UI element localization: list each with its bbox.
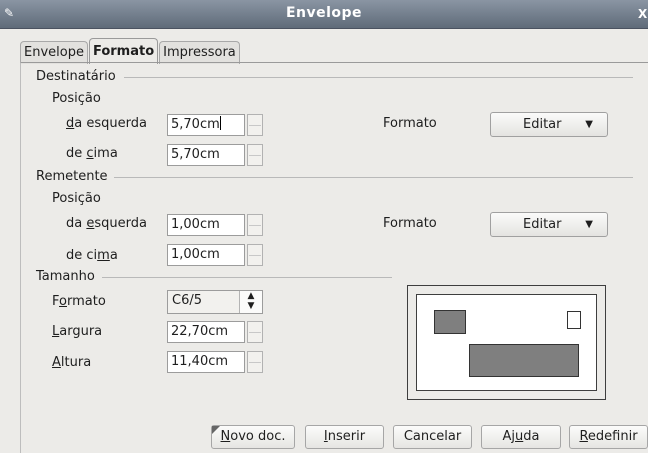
addressee-section-label: Destinatário — [36, 69, 116, 84]
addressee-edit-label: Editar — [523, 117, 562, 132]
new-doc-button[interactable]: Novo doc. — [211, 425, 295, 449]
addressee-edit-button[interactable]: Editar ▼ — [490, 112, 608, 137]
dropdown-arrow-icon: ▼ — [585, 219, 593, 230]
sender-format-label: Formato — [383, 216, 437, 231]
stamp-block — [567, 311, 581, 329]
title-bar: ✎ Envelope X — [0, 0, 648, 29]
width-field[interactable]: 22,70cm — [167, 321, 245, 343]
sender-position-label: Posição — [52, 191, 101, 206]
sender-left-field[interactable]: 1,00cm — [167, 214, 245, 236]
addressee-top-field[interactable]: 5,70cm — [167, 144, 245, 166]
addressee-position-label: Posição — [52, 91, 101, 106]
envelope-preview-paper — [416, 294, 597, 391]
help-button[interactable]: Ajuda — [481, 425, 561, 449]
text-caret — [219, 116, 221, 130]
size-format-value: C6/5 — [172, 293, 202, 308]
size-section-label: Tamanho — [36, 269, 95, 284]
height-field[interactable]: 11,40cm — [167, 351, 245, 373]
addressee-left-spinner[interactable] — [247, 114, 263, 136]
sender-edit-label: Editar — [523, 217, 562, 232]
close-icon[interactable]: X — [638, 6, 648, 22]
sender-top-label: de cima — [66, 248, 118, 263]
addressee-left-label: da esquerda — [66, 116, 147, 131]
size-format-select[interactable]: C6/5 ▲ ▼ — [167, 290, 263, 314]
addressee-separator — [124, 77, 633, 78]
tab-impressora[interactable]: Impressora — [159, 41, 240, 64]
addressee-block — [469, 344, 579, 377]
height-spinner[interactable] — [247, 351, 263, 373]
up-down-arrows-icon: ▲ ▼ — [239, 291, 262, 313]
cancel-button[interactable]: Cancelar — [393, 425, 472, 449]
size-separator — [102, 277, 392, 278]
addressee-top-spinner[interactable] — [247, 144, 263, 166]
sender-block — [434, 310, 466, 334]
height-label: Altura — [52, 355, 92, 370]
width-label: Largura — [52, 324, 103, 339]
addressee-top-label: de cima — [66, 146, 118, 161]
tab-envelope[interactable]: Envelope — [20, 41, 88, 64]
sender-section-label: Remetente — [36, 169, 108, 184]
addressee-format-label: Formato — [383, 116, 437, 131]
sender-separator — [114, 177, 633, 178]
width-spinner[interactable] — [247, 321, 263, 343]
size-format-label: Formato — [52, 294, 106, 309]
sender-edit-button[interactable]: Editar ▼ — [490, 212, 608, 237]
envelope-preview — [407, 285, 606, 400]
sender-top-field[interactable]: 1,00cm — [167, 244, 245, 266]
sender-top-spinner[interactable] — [247, 244, 263, 266]
tab-formato[interactable]: Formato — [88, 38, 159, 64]
insert-button[interactable]: Inserir — [305, 425, 384, 449]
sender-left-spinner[interactable] — [247, 214, 263, 236]
dropdown-arrow-icon: ▼ — [585, 119, 593, 130]
addressee-left-field[interactable]: 5,70cm — [167, 114, 245, 136]
sender-left-label: da esquerda — [66, 216, 147, 231]
reset-button[interactable]: Redefinir — [569, 425, 648, 449]
tab-bar: Envelope Formato Impressora — [20, 38, 241, 64]
window-title: Envelope — [285, 5, 363, 21]
